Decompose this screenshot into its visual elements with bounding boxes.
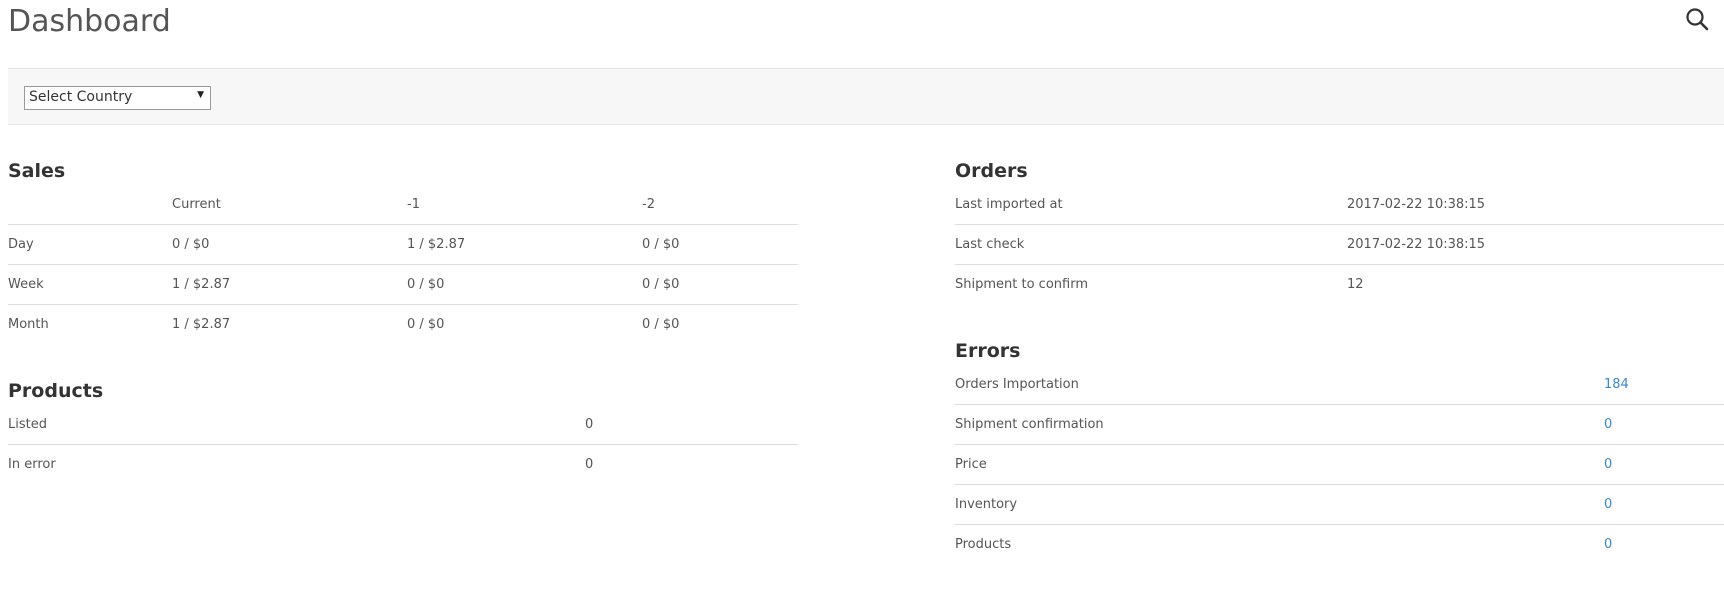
table-row: Shipment to confirm 12 (955, 265, 1724, 305)
products-value: 0 (585, 417, 594, 432)
search-icon (1686, 8, 1709, 31)
products-row-label: In error (8, 457, 56, 472)
table-row: Orders Importation 184 (955, 365, 1724, 405)
table-row: Week 1 / $2.87 0 / $0 0 / $0 (8, 265, 798, 305)
products-value: 0 (585, 457, 594, 472)
sales-value: 1 / $2.87 (407, 237, 466, 252)
orders-row-label: Last imported at (955, 197, 1063, 212)
sales-value: 0 / $0 (642, 317, 680, 332)
filter-bar: Select Country ▼ (8, 68, 1724, 125)
sales-col-header: Current (172, 197, 221, 212)
table-row: Inventory 0 (955, 485, 1724, 525)
errors-title: Errors (955, 340, 1021, 362)
orders-title: Orders (955, 160, 1028, 182)
orders-value: 2017-02-22 10:38:15 (1347, 197, 1486, 212)
sales-value: 0 / $0 (642, 237, 680, 252)
products-row-label: Listed (8, 417, 47, 432)
errors-row-label: Inventory (955, 497, 1018, 512)
dropdown-arrow-icon: ▼ (197, 90, 204, 100)
errors-count-link[interactable]: 0 (1604, 405, 1612, 445)
sales-col-header: -1 (407, 197, 420, 212)
table-row: Products 0 (955, 525, 1724, 565)
sales-value: 0 / $0 (642, 277, 680, 292)
sales-row-label: Day (8, 237, 34, 252)
errors-row-label: Shipment confirmation (955, 417, 1104, 432)
errors-count-link[interactable]: 0 (1604, 445, 1612, 485)
table-row: Last check 2017-02-22 10:38:15 (955, 225, 1724, 265)
table-row: Month 1 / $2.87 0 / $0 0 / $0 (8, 305, 798, 345)
page-title: Dashboard (8, 4, 171, 39)
search-button[interactable] (1684, 6, 1712, 34)
sales-header-row: Current -1 -2 (8, 185, 798, 225)
table-row: Day 0 / $0 1 / $2.87 0 / $0 (8, 225, 798, 265)
orders-row-label: Last check (955, 237, 1025, 252)
sales-title: Sales (8, 160, 66, 182)
table-row: In error 0 (8, 445, 798, 485)
orders-row-label: Shipment to confirm (955, 277, 1088, 292)
sales-value: 1 / $2.87 (172, 317, 231, 332)
errors-count-link[interactable]: 0 (1604, 525, 1612, 565)
sales-row-label: Month (8, 317, 49, 332)
sales-row-label: Week (8, 277, 44, 292)
errors-row-label: Products (955, 537, 1012, 552)
errors-count-link[interactable]: 0 (1604, 485, 1612, 525)
errors-row-label: Price (955, 457, 987, 472)
sales-value: 1 / $2.87 (172, 277, 231, 292)
sales-value: 0 / $0 (407, 277, 445, 292)
table-row: Last imported at 2017-02-22 10:38:15 (955, 185, 1724, 225)
sales-value: 0 / $0 (172, 237, 210, 252)
errors-row-label: Orders Importation (955, 377, 1079, 392)
table-row: Listed 0 (8, 405, 798, 445)
sales-col-header: -2 (642, 197, 655, 212)
table-row: Shipment confirmation 0 (955, 405, 1724, 445)
country-select[interactable]: Select Country ▼ (24, 86, 211, 110)
sales-value: 0 / $0 (407, 317, 445, 332)
country-select-value: Select Country (29, 89, 133, 105)
orders-value: 12 (1347, 277, 1364, 292)
table-row: Price 0 (955, 445, 1724, 485)
products-title: Products (8, 380, 104, 402)
errors-count-link[interactable]: 184 (1604, 365, 1629, 405)
orders-value: 2017-02-22 10:38:15 (1347, 237, 1486, 252)
